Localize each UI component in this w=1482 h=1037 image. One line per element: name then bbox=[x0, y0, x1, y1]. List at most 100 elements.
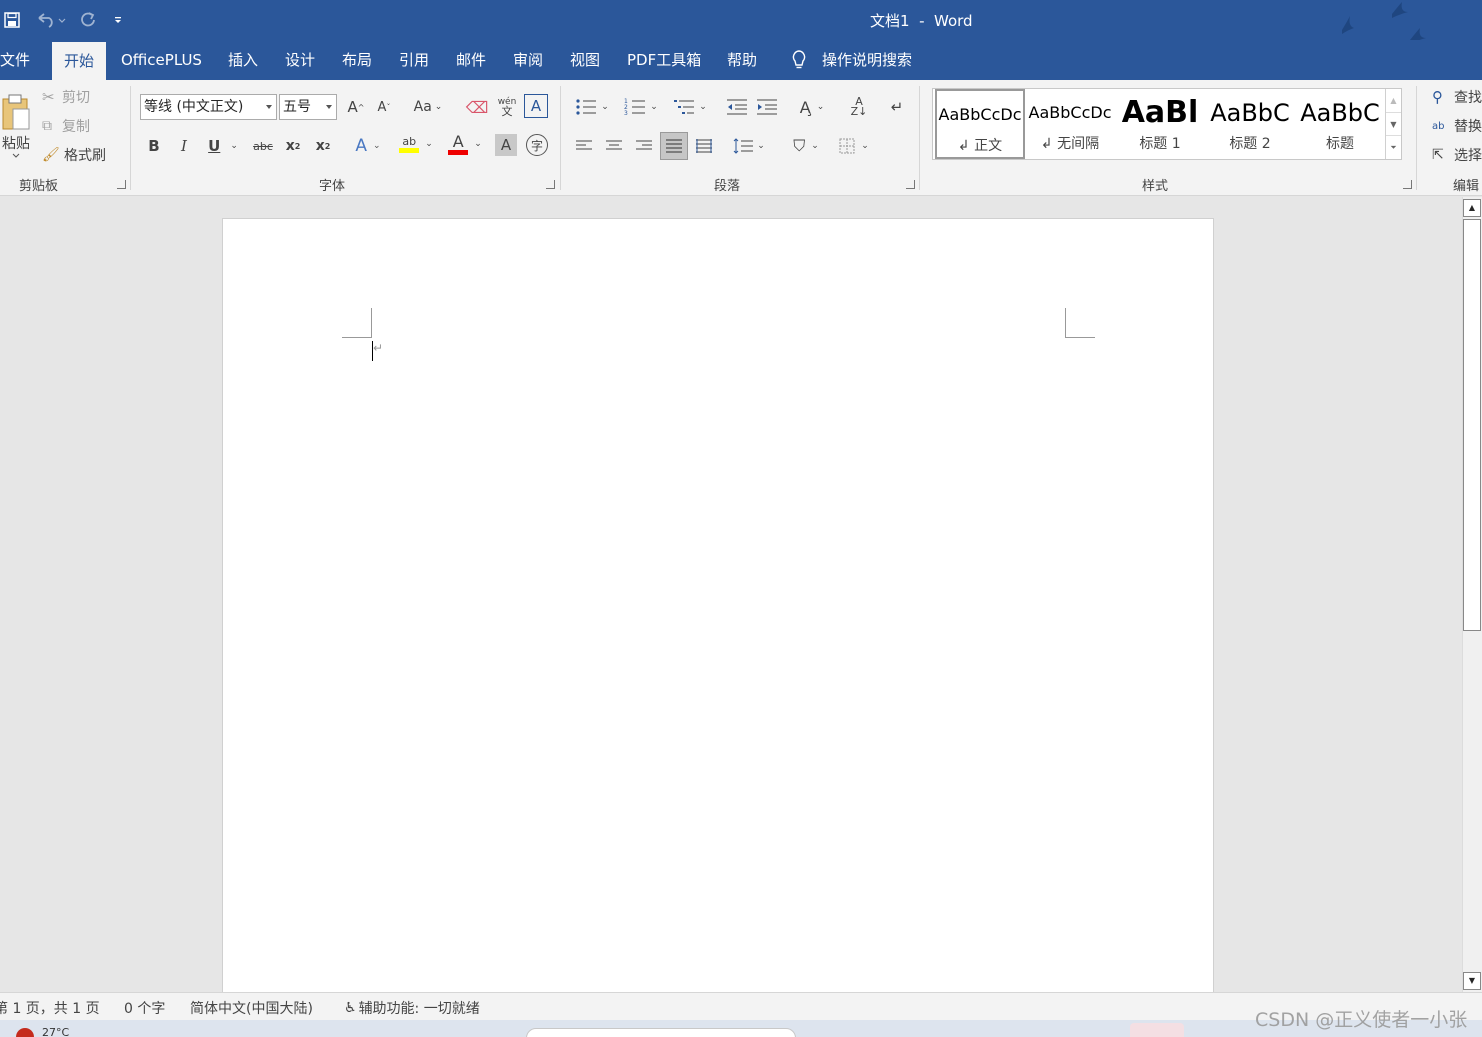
align-left-icon[interactable] bbox=[574, 134, 594, 158]
clear-formatting-icon[interactable]: ⌫ bbox=[464, 94, 490, 120]
tab-design[interactable]: 设计 bbox=[285, 40, 315, 80]
style-heading-1[interactable]: AaBl 标题 1 bbox=[1115, 89, 1205, 159]
style-no-spacing[interactable]: AaBbCcDc ↲ 无间隔 bbox=[1025, 89, 1115, 159]
svg-text:3: 3 bbox=[624, 110, 628, 116]
taskbar-app-icon[interactable] bbox=[1130, 1023, 1184, 1037]
shading-button[interactable]: ⛉ ⌄ bbox=[786, 134, 826, 158]
document-title: 文档1 - Word bbox=[870, 12, 973, 30]
character-border-icon[interactable]: A bbox=[524, 94, 548, 118]
select-label: 选择 bbox=[1454, 148, 1482, 164]
text-direction-button[interactable]: A̧ ⌄ bbox=[792, 94, 832, 120]
align-center-icon[interactable] bbox=[604, 134, 624, 158]
distributed-icon[interactable] bbox=[694, 134, 714, 158]
cut-button[interactable]: ✂ 剪切 bbox=[42, 86, 90, 108]
paragraph-launcher-icon[interactable] bbox=[906, 180, 915, 189]
style-name: 标题 1 bbox=[1139, 136, 1181, 152]
bullets-icon bbox=[576, 99, 597, 115]
line-spacing-button[interactable]: ⌄ bbox=[730, 134, 768, 158]
enclose-characters-icon[interactable]: 字 bbox=[526, 134, 548, 156]
tab-file[interactable]: 文件 bbox=[0, 40, 30, 80]
justify-icon[interactable] bbox=[660, 132, 688, 160]
tab-mailings[interactable]: 邮件 bbox=[456, 40, 486, 80]
format-painter-button[interactable]: 🖌 格式刷 bbox=[42, 144, 106, 166]
customize-qat-icon[interactable] bbox=[108, 8, 128, 32]
tab-help[interactable]: 帮助 bbox=[727, 40, 757, 80]
tab-view[interactable]: 视图 bbox=[570, 40, 600, 80]
scroll-thumb[interactable] bbox=[1463, 219, 1481, 631]
more-styles-icon[interactable]: ⏷ bbox=[1386, 135, 1401, 158]
tab-home[interactable]: 开始 bbox=[52, 42, 107, 80]
subscript-icon[interactable]: x2 bbox=[283, 134, 303, 158]
numbering-button[interactable]: 1 2 3 ⌄ bbox=[621, 94, 661, 120]
replace-label: 替换 bbox=[1454, 119, 1482, 135]
show-marks-icon[interactable]: ↵ bbox=[884, 94, 910, 120]
document-canvas[interactable]: ↵ bbox=[0, 197, 1462, 992]
grow-font-icon[interactable]: A ^ bbox=[344, 94, 368, 120]
styles-launcher-icon[interactable] bbox=[1403, 180, 1412, 189]
align-right-icon[interactable] bbox=[634, 134, 654, 158]
tab-insert[interactable]: 插入 bbox=[228, 40, 258, 80]
character-shading-icon[interactable]: A bbox=[495, 134, 517, 156]
scroll-down-icon[interactable]: ▼ bbox=[1463, 972, 1481, 990]
change-case-button[interactable]: Aa ⌄ bbox=[408, 94, 448, 120]
chevron-up-icon[interactable]: ▲ bbox=[1386, 89, 1401, 112]
sort-icon[interactable]: A Z↓ bbox=[846, 94, 872, 120]
weather-temp[interactable]: 27°C bbox=[42, 1026, 69, 1037]
word-count[interactable]: 0 个字 bbox=[124, 998, 165, 1018]
search-icon: ⚲ bbox=[1432, 88, 1443, 106]
scroll-up-icon[interactable]: ▲ bbox=[1463, 199, 1481, 217]
chevron-down-icon[interactable]: ▼ bbox=[1386, 112, 1401, 135]
document-page[interactable]: ↵ bbox=[222, 218, 1214, 992]
borders-button[interactable]: ⌄ bbox=[834, 134, 874, 158]
replace-button[interactable]: ab 替换 bbox=[1432, 115, 1482, 137]
accessibility-status[interactable]: ♿ 辅助功能: 一切就绪 bbox=[344, 998, 480, 1018]
page-count[interactable]: 第 1 页，共 1 页 bbox=[0, 998, 100, 1018]
multilevel-list-button[interactable]: ⌄ bbox=[670, 94, 710, 120]
text-effects-button[interactable]: A ⌄ bbox=[350, 134, 386, 158]
shrink-font-icon[interactable]: Aˇ bbox=[372, 94, 396, 120]
tab-review[interactable]: 审阅 bbox=[513, 40, 543, 80]
highlighter-icon: ab bbox=[399, 135, 420, 153]
increase-indent-icon[interactable] bbox=[755, 94, 779, 120]
italic-icon[interactable]: I bbox=[174, 134, 194, 158]
strikethrough-icon[interactable]: abc bbox=[252, 134, 274, 158]
font-launcher-icon[interactable] bbox=[546, 180, 555, 189]
font-size-combo[interactable]: 五号 bbox=[279, 94, 337, 120]
format-painter-label: 格式刷 bbox=[64, 148, 106, 164]
paragraph-group-label: 段落 bbox=[714, 179, 741, 194]
decrease-indent-icon[interactable] bbox=[725, 94, 749, 120]
title-bar: 文档1 - Word bbox=[0, 0, 1482, 44]
superscript-icon[interactable]: x2 bbox=[313, 134, 333, 158]
copy-button[interactable]: ⧉ 复制 bbox=[42, 115, 90, 137]
style-title[interactable]: AaBbC 标题 bbox=[1295, 89, 1385, 159]
notification-badge-icon bbox=[16, 1028, 34, 1037]
bullets-button[interactable]: ⌄ bbox=[572, 94, 612, 120]
find-button[interactable]: ⚲ 查找 bbox=[1432, 86, 1482, 108]
tab-layout[interactable]: 布局 bbox=[342, 40, 372, 80]
font-color-button[interactable]: A ⌄ bbox=[445, 130, 485, 158]
paragraph-mark-icon: ↵ bbox=[373, 341, 384, 355]
font-name-combo[interactable]: 等线 (中文正文) bbox=[140, 94, 277, 120]
undo-icon[interactable] bbox=[34, 8, 68, 32]
clipboard-group-label: 剪贴板 bbox=[19, 179, 59, 194]
phonetic-guide-icon[interactable]: wén 文 bbox=[494, 94, 520, 120]
save-icon[interactable] bbox=[0, 8, 24, 32]
language-indicator[interactable]: 简体中文(中国大陆) bbox=[190, 998, 313, 1018]
taskbar-search-box[interactable] bbox=[526, 1028, 796, 1037]
vertical-scrollbar[interactable]: ▲ ▼ bbox=[1462, 197, 1482, 992]
paste-button[interactable]: 粘贴 bbox=[0, 86, 32, 166]
tab-officeplus[interactable]: OfficePLUS bbox=[121, 40, 202, 80]
redo-icon[interactable] bbox=[76, 8, 100, 32]
highlight-button[interactable]: ab ⌄ bbox=[396, 130, 436, 158]
tab-references[interactable]: 引用 bbox=[399, 40, 429, 80]
bold-icon[interactable]: B bbox=[144, 134, 164, 158]
tell-me-search[interactable]: 操作说明搜索 bbox=[790, 40, 912, 80]
tab-pdf-toolbox[interactable]: PDF工具箱 bbox=[627, 40, 701, 80]
style-normal[interactable]: AaBbCcDc ↲ 正文 bbox=[935, 89, 1025, 159]
style-name: 标题 bbox=[1326, 136, 1354, 152]
chevron-down-icon bbox=[12, 153, 20, 158]
select-button[interactable]: ⇱ 选择 bbox=[1432, 144, 1482, 166]
style-heading-2[interactable]: AaBbC 标题 2 bbox=[1205, 89, 1295, 159]
clipboard-launcher-icon[interactable] bbox=[117, 180, 126, 189]
underline-button[interactable]: U ⌄ bbox=[203, 134, 243, 158]
